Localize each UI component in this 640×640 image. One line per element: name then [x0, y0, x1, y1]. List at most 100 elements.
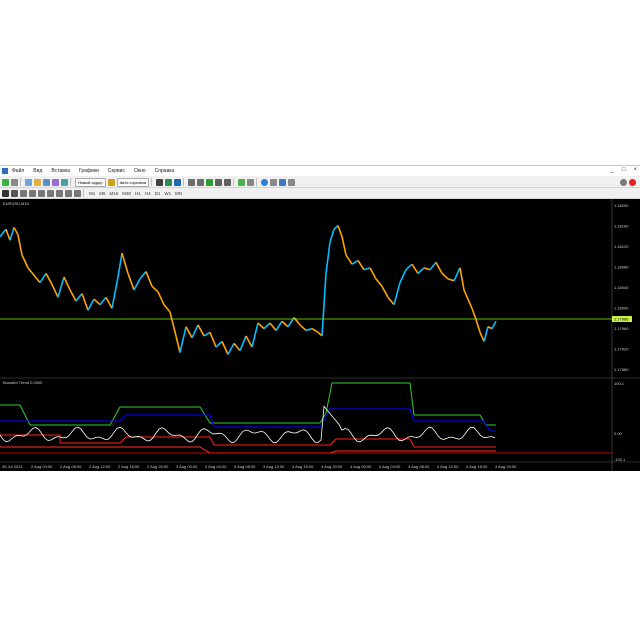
- bearish-candle-segment: [411, 263, 419, 274]
- bearish-candle-segment: [33, 274, 41, 284]
- bearish-candle-segment: [337, 225, 343, 237]
- new-order-button[interactable]: Новый ордер: [75, 177, 106, 187]
- current-price-label: 1.17986: [614, 317, 629, 322]
- time-axis-label: 4 Aug 12:00: [437, 464, 459, 469]
- bar-chart-icon[interactable]: [156, 178, 164, 186]
- close-button[interactable]: ×: [633, 167, 637, 173]
- dropdown-icon[interactable]: [270, 178, 278, 186]
- timeframe-button[interactable]: D1: [154, 190, 162, 197]
- line-chart-icon[interactable]: [174, 178, 182, 186]
- zoom-in-icon[interactable]: [188, 178, 196, 186]
- time-axis-label: 4 Aug 08:00: [408, 464, 430, 469]
- toolbar-separator: [233, 178, 235, 186]
- maximize-button[interactable]: □: [622, 167, 626, 173]
- bullish-candle-segment: [399, 269, 407, 283]
- timeframe-button[interactable]: W1: [163, 190, 172, 197]
- price-chart[interactable]: EURUSD,M15 Boosted Trend 0.0000 1.18200 1.1…: [0, 199, 640, 471]
- bullish-candle-segment: [111, 276, 119, 309]
- autotrading-button[interactable]: Авто-торговля: [116, 177, 150, 187]
- chart-shift-icon[interactable]: [215, 178, 223, 186]
- terminal-icon[interactable]: [52, 178, 59, 186]
- price-axis-label: 1.18000: [614, 306, 629, 311]
- bullish-candle-segment: [321, 273, 327, 337]
- profiles-icon[interactable]: [11, 178, 18, 186]
- chart-window[interactable]: EURUSD,M15 Boosted Trend 0.0000 1.18200 1.1…: [0, 199, 640, 471]
- metaeditor-icon[interactable]: [107, 178, 115, 186]
- timeframe-button[interactable]: M15: [109, 190, 120, 197]
- indicator-lower-band: [0, 434, 496, 448]
- candlestick-icon[interactable]: [165, 178, 173, 186]
- options-icon[interactable]: [261, 178, 269, 186]
- minimize-button[interactable]: _: [611, 167, 614, 173]
- menu-item[interactable]: Окно: [134, 168, 146, 174]
- bullish-candle-segment: [227, 342, 235, 355]
- bearish-candle-segment: [369, 267, 377, 280]
- new-chart-icon[interactable]: [2, 178, 9, 186]
- bullish-candle-segment: [417, 267, 425, 274]
- price-axis-label: 1.17960: [614, 326, 629, 331]
- time-axis-label: 3 Aug 20:00: [321, 464, 343, 469]
- dropdown-icon[interactable]: [288, 178, 296, 186]
- time-axis-label: 3 Aug 08:00: [234, 464, 256, 469]
- market-watch-icon[interactable]: [25, 178, 32, 186]
- bearish-candle-segment: [441, 272, 449, 280]
- bearish-candle-segment: [357, 260, 365, 271]
- menu-item[interactable]: Графики: [79, 168, 99, 174]
- timeframe-button[interactable]: M30: [121, 190, 132, 197]
- menu-item[interactable]: Файл: [12, 168, 24, 174]
- bearish-candle-segment: [105, 296, 113, 309]
- periods-icon[interactable]: [247, 178, 255, 186]
- timeframe-button[interactable]: H1: [134, 190, 142, 197]
- search-icon[interactable]: [620, 178, 627, 186]
- indicator-axis-label: -100.1: [614, 457, 626, 462]
- menu-item[interactable]: Справка: [155, 168, 175, 174]
- notification-icon[interactable]: [629, 178, 636, 186]
- horizontal-line-icon[interactable]: [29, 189, 36, 197]
- tile-windows-icon[interactable]: [206, 178, 214, 186]
- bearish-candle-segment: [69, 289, 77, 302]
- timeframe-button[interactable]: M5: [98, 190, 106, 197]
- bullish-candle-segment: [393, 282, 401, 305]
- bearish-candle-segment: [197, 324, 205, 337]
- bullish-candle-segment: [305, 327, 313, 332]
- cursor-icon[interactable]: [2, 189, 9, 197]
- crosshair-icon[interactable]: [11, 189, 18, 197]
- menu-item[interactable]: Вставка: [51, 168, 70, 174]
- fibonacci-icon[interactable]: [56, 189, 63, 197]
- navigator-icon[interactable]: [43, 178, 50, 186]
- new-order-label: Новый ордер: [78, 179, 103, 185]
- bullish-candle-segment: [351, 259, 359, 265]
- bearish-candle-segment: [245, 335, 253, 348]
- trendline-icon[interactable]: [38, 189, 45, 197]
- bullish-candle-segment: [483, 326, 489, 342]
- menu-item[interactable]: Вид: [33, 168, 42, 174]
- channel-icon[interactable]: [47, 189, 54, 197]
- price-axis-label: 1.18120: [614, 244, 629, 249]
- data-window-icon[interactable]: [34, 178, 41, 186]
- bearish-candle-segment: [63, 276, 71, 291]
- arrow-tool-icon[interactable]: [74, 189, 81, 197]
- tester-icon[interactable]: [61, 178, 68, 186]
- menu-item[interactable]: Сервис: [108, 168, 125, 174]
- time-axis-label: 30 Jul 2021: [2, 464, 23, 469]
- bearish-candle-segment: [435, 261, 443, 274]
- indicators-icon[interactable]: [238, 178, 246, 186]
- bearish-candle-segment: [269, 322, 277, 331]
- timeframe-button[interactable]: M1: [88, 190, 96, 197]
- bearish-candle-segment: [169, 311, 177, 337]
- vertical-line-icon[interactable]: [20, 189, 27, 197]
- bearish-candle-segment: [13, 227, 19, 236]
- toolbar-separator: [70, 178, 71, 186]
- timeframe-button[interactable]: MN: [174, 190, 183, 197]
- autoscroll-icon[interactable]: [224, 178, 232, 186]
- time-axis-label: 3 Aug 12:00: [263, 464, 285, 469]
- signals-icon[interactable]: [279, 178, 287, 186]
- time-axis-label: 4 Aug 00:00: [350, 464, 372, 469]
- bullish-candle-segment: [133, 278, 141, 291]
- text-tool-icon[interactable]: [65, 189, 72, 197]
- timeframe-button[interactable]: H4: [144, 190, 152, 197]
- zoom-out-icon[interactable]: [197, 178, 205, 186]
- bullish-candle-segment: [203, 331, 211, 337]
- time-axis-label: 2 Aug 12:00: [89, 464, 111, 469]
- bearish-candle-segment: [51, 284, 59, 298]
